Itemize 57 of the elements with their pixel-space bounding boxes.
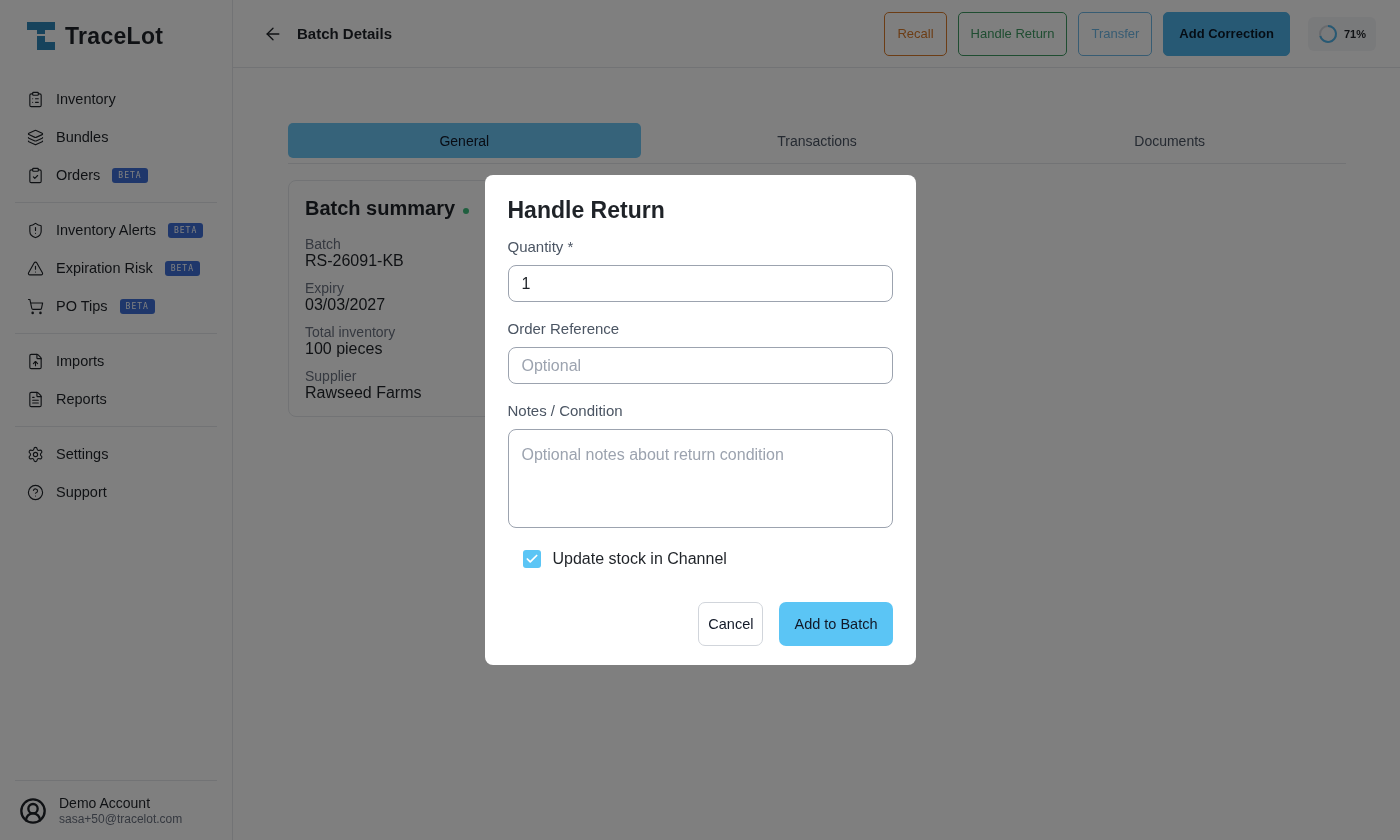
settings-icon bbox=[27, 445, 44, 463]
sidebar-item[interactable]: Imports bbox=[15, 342, 217, 380]
field-label: Batch bbox=[305, 236, 341, 252]
field-value: RS-26091-KB bbox=[305, 252, 404, 270]
checkbox[interactable] bbox=[522, 550, 541, 568]
status-dot bbox=[463, 207, 470, 214]
field-label: Total inventory bbox=[305, 324, 396, 340]
sidebar-item[interactable]: Bundles bbox=[15, 118, 217, 156]
field-label: Order Reference bbox=[507, 320, 621, 337]
account-name: Demo Account bbox=[59, 795, 152, 811]
document-icon bbox=[27, 390, 44, 408]
field-label: Expiry bbox=[305, 280, 344, 296]
action-button[interactable]: Handle Return bbox=[957, 11, 1068, 56]
sidebar-item[interactable]: Support bbox=[15, 473, 217, 511]
notes-field[interactable]: Optional notes about return condition bbox=[507, 429, 893, 528]
field-label: Notes / Condition bbox=[507, 402, 624, 419]
brand-name: TraceLot bbox=[65, 22, 164, 50]
cancel-button[interactable]: Cancel bbox=[698, 602, 764, 646]
field-value: 03/03/2027 bbox=[305, 296, 386, 314]
sidebar-item[interactable]: PO Tips BETA bbox=[15, 287, 217, 325]
tab[interactable]: Documents bbox=[993, 123, 1346, 158]
clipboard-icon bbox=[27, 90, 44, 108]
sidebar-item[interactable]: Expiration Risk BETA bbox=[15, 249, 217, 287]
warning-icon bbox=[27, 259, 44, 277]
beta-badge: BETA bbox=[167, 222, 204, 238]
submit-button[interactable]: Add to Batch bbox=[779, 602, 893, 646]
beta-badge: BETA bbox=[112, 167, 148, 183]
tab[interactable]: Transactions bbox=[640, 123, 994, 158]
check-icon bbox=[524, 552, 539, 566]
tab[interactable]: General bbox=[288, 123, 641, 158]
checkbox-label: Update stock in Channel bbox=[552, 550, 727, 568]
sidebar-item[interactable]: Settings bbox=[15, 435, 217, 473]
card-title: Batch summary bbox=[305, 197, 456, 220]
progress-reading: 71% bbox=[1343, 27, 1366, 40]
page-title: Batch Details bbox=[297, 25, 394, 42]
sidebar-item[interactable]: Inventory bbox=[15, 80, 217, 118]
field-label: Supplier bbox=[305, 368, 357, 384]
layers-icon bbox=[27, 128, 44, 146]
sidebar-item[interactable]: Orders BETA bbox=[15, 156, 217, 194]
logo-icon bbox=[27, 22, 55, 50]
dialog-title: Handle Return bbox=[507, 197, 666, 224]
shield-icon bbox=[27, 221, 44, 239]
cart-icon bbox=[27, 297, 44, 315]
account-email: sasa+50@tracelot.com bbox=[59, 812, 183, 826]
input-field[interactable]: 1 bbox=[507, 265, 893, 302]
field-label: Quantity * bbox=[507, 238, 575, 255]
avatar-icon bbox=[19, 796, 47, 825]
action-button[interactable]: Add Correction bbox=[1163, 11, 1290, 56]
file-upload-icon bbox=[27, 352, 44, 370]
beta-badge: BETA bbox=[164, 260, 200, 276]
help-icon bbox=[27, 483, 44, 501]
input-field[interactable]: Optional bbox=[507, 347, 893, 384]
clipboard-check-icon bbox=[27, 166, 44, 184]
sidebar-item[interactable]: Inventory Alerts BETA bbox=[15, 211, 217, 249]
field-value: Rawseed Farms bbox=[305, 384, 422, 402]
beta-badge: BETA bbox=[119, 298, 155, 314]
sidebar-item[interactable]: Reports bbox=[15, 380, 217, 418]
